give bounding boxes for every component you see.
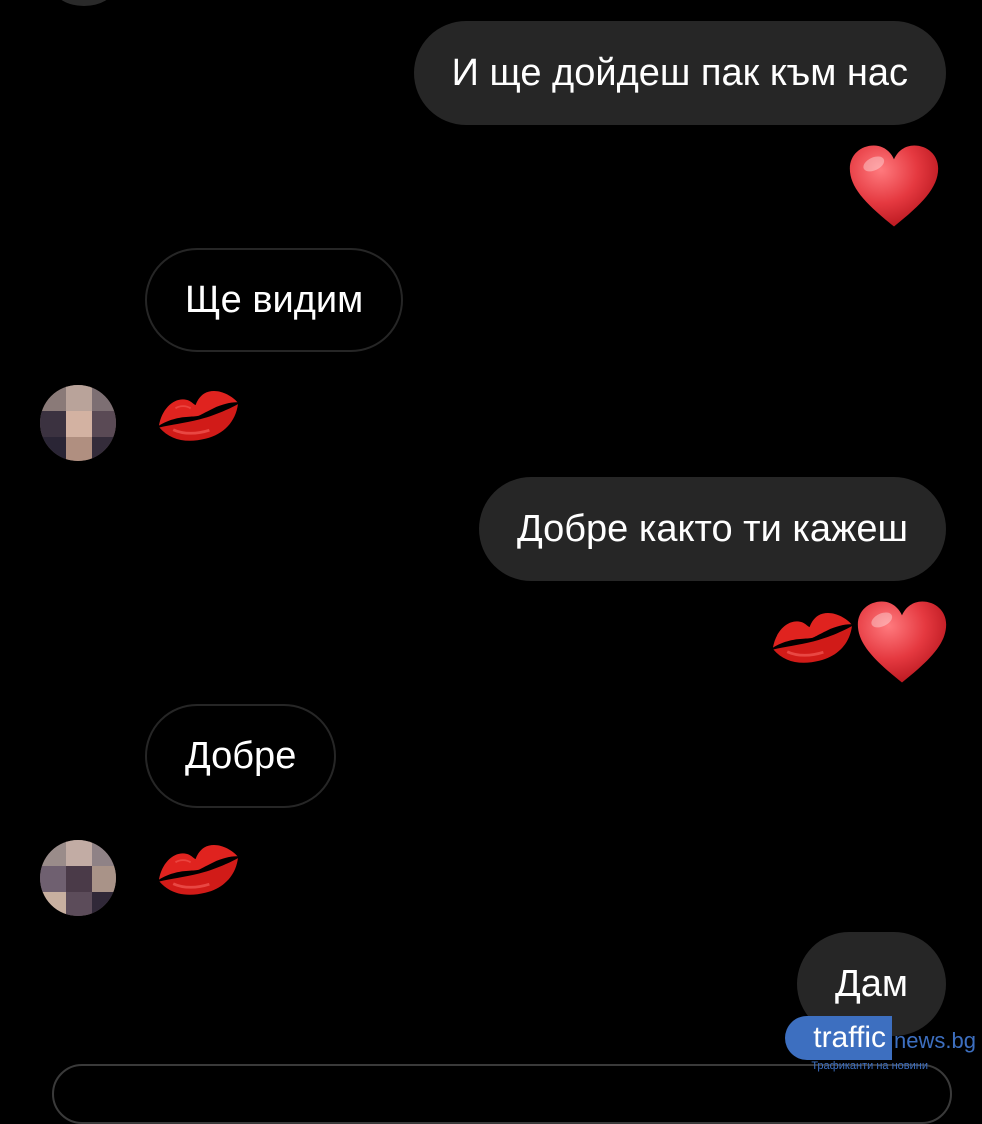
message-text: Добре както ти кажеш (516, 508, 908, 550)
avatar-partial (54, 0, 114, 6)
heart-emoji[interactable] (856, 598, 948, 686)
watermark-domain: news.bg (894, 1028, 976, 1053)
message-text: Ще видим (185, 279, 364, 321)
watermark-logo: traffic news.bg (785, 1016, 976, 1060)
message-text: Дам (835, 963, 908, 1005)
kiss-mark-emoji[interactable] (766, 604, 858, 670)
watermark-badge: traffic (785, 1016, 893, 1060)
kiss-mark-emoji[interactable] (152, 836, 244, 902)
avatar[interactable] (40, 385, 116, 461)
message-bubble-outgoing[interactable]: И ще дойдеш пак към нас (413, 21, 946, 125)
watermark-tagline: Трафиканти на новини (811, 1060, 928, 1072)
heart-emoji[interactable] (848, 142, 940, 230)
message-bubble-outgoing[interactable]: Добре както ти кажеш (478, 477, 946, 581)
chat-thread: И ще дойдеш пак към нас Ще видим Добре к… (0, 0, 982, 1124)
kiss-mark-emoji[interactable] (152, 382, 244, 448)
message-bubble-incoming[interactable]: Ще видим (145, 248, 404, 352)
message-bubble-incoming[interactable]: Добре (145, 704, 337, 808)
message-text: И ще дойдеш пак към нас (451, 52, 908, 94)
message-text: Добре (185, 735, 297, 777)
message-input[interactable] (52, 1064, 952, 1124)
avatar[interactable] (40, 840, 116, 916)
